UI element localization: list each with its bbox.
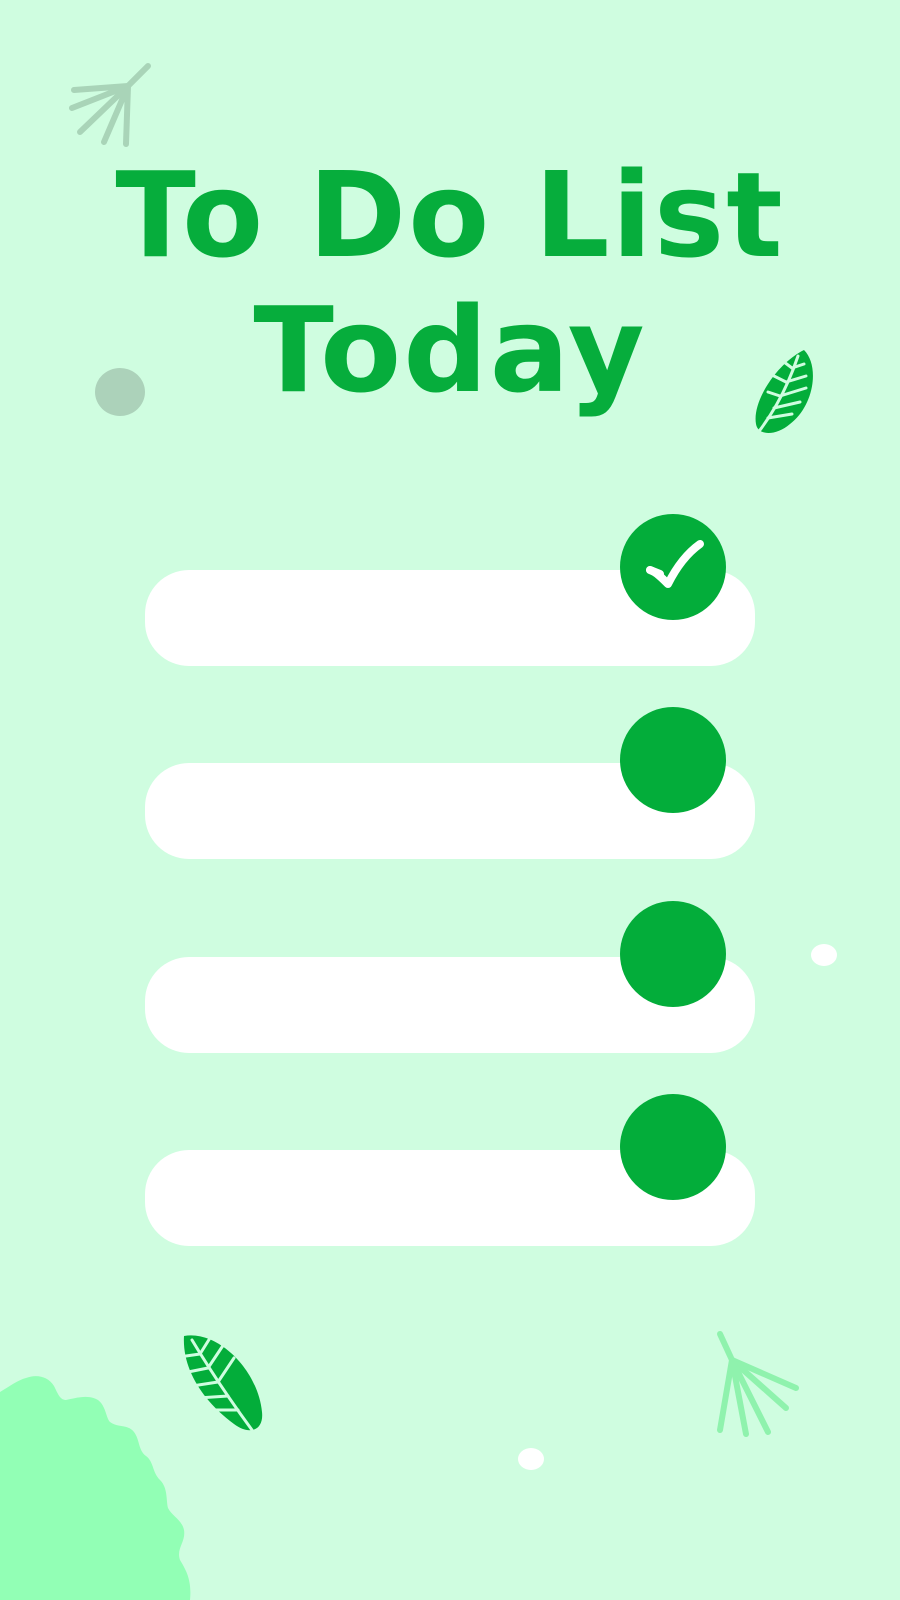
task-checkbox-2[interactable] [620, 707, 726, 813]
sprig-icon [69, 63, 151, 147]
task-row-3 [145, 901, 755, 1053]
checkmark-icon [646, 540, 704, 588]
page-title: To Do List [115, 146, 785, 284]
todo-page: To Do List Today [0, 0, 900, 1600]
page-subtitle: Today [253, 281, 647, 419]
sprig-icon [717, 1331, 799, 1437]
task-checkbox-3[interactable] [620, 901, 726, 1007]
decorative-dot [811, 944, 837, 966]
task-row-1 [145, 514, 755, 666]
task-row-4 [145, 1094, 755, 1246]
bush-icon [0, 1376, 191, 1600]
decorative-dot [518, 1448, 544, 1470]
task-checkbox-4[interactable] [620, 1094, 726, 1200]
task-row-2 [145, 707, 755, 859]
task-checkbox-1[interactable] [620, 514, 726, 620]
